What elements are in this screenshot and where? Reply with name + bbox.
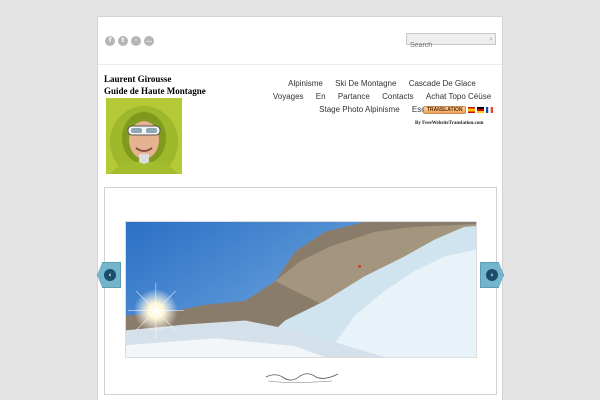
nav-item-en[interactable]: En [316, 90, 326, 103]
translation-credit[interactable]: By FreeWebsiteTranslation.com [415, 121, 483, 126]
search-input[interactable] [407, 40, 495, 51]
social-links: f t ◦ … [105, 36, 154, 46]
translation-widget: TRANSLATION [423, 106, 494, 114]
logo-subtitle: Guide de Haute Montagne [104, 86, 206, 96]
guide-portrait [106, 98, 182, 174]
ice-climbing-photo [126, 222, 476, 357]
logo-name: Laurent Girousse [104, 74, 172, 84]
fr-flag-icon[interactable] [486, 107, 494, 113]
site-logo[interactable]: Laurent Girousse Guide de Haute Montagne [101, 71, 226, 175]
facebook-icon[interactable]: f [105, 36, 115, 46]
nav-item-voyages[interactable]: Voyages [273, 90, 304, 103]
chevron-left-icon: ‹ [104, 269, 116, 281]
es-flag-icon[interactable] [468, 107, 476, 113]
nav-item-cascade-de-glace[interactable]: Cascade De Glace [409, 77, 476, 90]
translation-button[interactable]: TRANSLATION [423, 106, 467, 114]
slide-frame [125, 221, 477, 358]
top-bar: f t ◦ … ⌕ [98, 17, 502, 65]
photographer-signature [265, 373, 339, 383]
page-container: f t ◦ … ⌕ Laurent Girousse Guide de Haut… [97, 16, 503, 400]
nav-item-alpinisme[interactable]: Alpinisme [288, 77, 323, 90]
chevron-right-icon: › [486, 269, 498, 281]
chat-icon[interactable]: … [144, 36, 154, 46]
rss-icon[interactable]: ◦ [131, 36, 141, 46]
search-box: ⌕ [406, 33, 496, 51]
de-flag-icon[interactable] [477, 107, 485, 113]
nav-item-partance[interactable]: Partance [338, 90, 370, 103]
nav-item-stage-photo-alpinisme[interactable]: Stage Photo Alpinisme [319, 103, 400, 116]
twitter-icon[interactable]: t [118, 36, 128, 46]
image-slider [104, 187, 497, 395]
nav-item-achat-topo-ceuse[interactable]: Achat Topo Céüse [426, 90, 491, 103]
nav-item-contacts[interactable]: Contacts [382, 90, 414, 103]
nav-item-ski-de-montagne[interactable]: Ski De Montagne [335, 77, 396, 90]
search-icon[interactable]: ⌕ [489, 36, 493, 43]
